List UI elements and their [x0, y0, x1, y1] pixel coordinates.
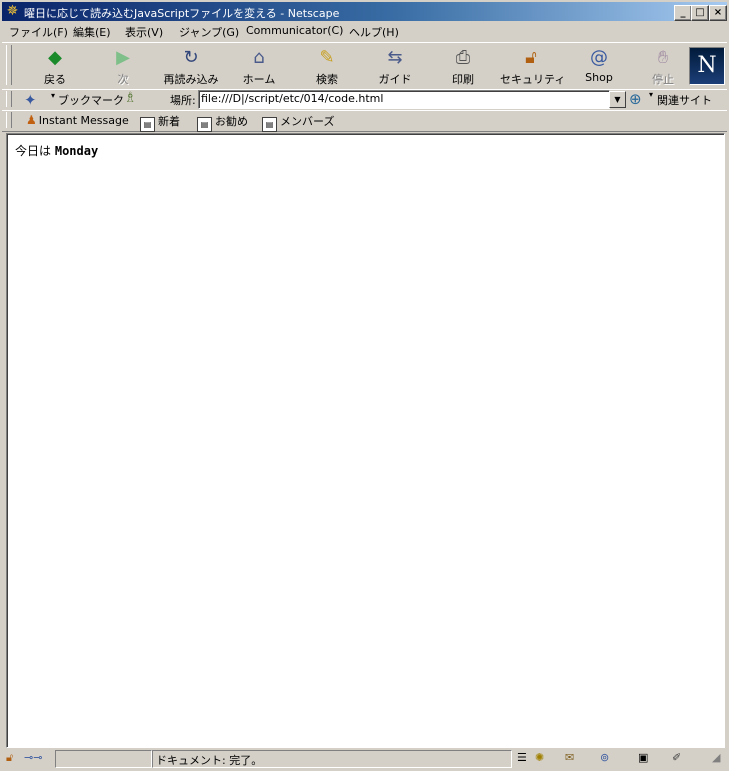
printer-icon: ⎙	[455, 47, 471, 68]
home-icon: ⌂	[253, 47, 265, 68]
new-link[interactable]: ▤ 新着	[140, 113, 180, 132]
progress-bar	[55, 750, 152, 768]
composer-icon[interactable]: ✐	[672, 751, 681, 765]
chevron-down-icon: ▾	[51, 91, 56, 100]
bookmark-page-icon: ▤	[197, 117, 212, 132]
stop-label: 停止	[652, 73, 674, 86]
minimize-button[interactable]: _	[674, 5, 692, 21]
print-button[interactable]: ⎙ 印刷	[432, 45, 494, 87]
toolbar-grip[interactable]	[6, 91, 12, 107]
status-text: ドキュメント: 完了。	[156, 754, 263, 767]
search-button[interactable]: ✎ 検索	[296, 45, 358, 87]
search-icon: ✎	[319, 47, 335, 68]
netscape-logo[interactable]: N	[689, 47, 725, 85]
globe-icon[interactable]: ⊕	[629, 90, 642, 108]
shop-label: Shop	[585, 71, 613, 84]
navigation-toolbar: ◆ 戻る ▶ 次 ↻ 再読み込み ⌂ ホーム ✎ 検索 ⇆ ガイド ⎙ 印刷 🔓…	[2, 42, 727, 90]
person-icon: ♟	[26, 113, 37, 127]
menu-file[interactable]: ファイル(F)	[9, 24, 68, 40]
members-link[interactable]: ▤ メンバーズ	[262, 113, 334, 132]
netscape-app-icon: ✵	[6, 3, 19, 19]
guide-icon: ⇆	[387, 47, 403, 68]
today-prefix: 今日は	[15, 144, 52, 158]
guide-button[interactable]: ⇆ ガイド	[364, 45, 426, 87]
instant-message-link[interactable]: ♟ Instant Message	[26, 113, 129, 127]
print-label: 印刷	[452, 73, 474, 86]
title-bar: ✵ 曜日に応じて読み込むJavaScriptファイルを変える - Netscap…	[2, 2, 727, 21]
resize-grip-icon[interactable]: ◢	[712, 751, 720, 765]
navigator-icon[interactable]: ✺	[535, 751, 544, 765]
maximize-button[interactable]: □	[691, 5, 709, 21]
shop-button[interactable]: @ Shop	[568, 45, 630, 87]
stop-button[interactable]: ✋︎ 停止	[636, 45, 690, 87]
url-input[interactable]	[199, 91, 601, 106]
chevron-down-icon: ▾	[649, 90, 654, 99]
status-bar: 🔓︎ ⊸⊸ ドキュメント: 完了。 ☰ ✺ ✉ ⊚ ▣ ✐ ◢	[2, 748, 727, 769]
window-title: 曜日に応じて読み込むJavaScriptファイルを変える - Netscape	[24, 7, 340, 20]
reload-icon: ↻	[183, 47, 199, 68]
address-book-icon[interactable]: ▣	[638, 751, 648, 765]
guide-label: ガイド	[378, 73, 412, 86]
page-proxy-icon[interactable]: ♗	[124, 90, 137, 106]
instant-message-label: Instant Message	[38, 114, 129, 127]
reload-label: 再読み込み	[163, 73, 219, 86]
location-label: 場所:	[170, 94, 196, 107]
back-arrow-icon: ◆	[48, 47, 62, 68]
mail-icon[interactable]: ✉	[565, 751, 574, 765]
status-text-box: ドキュメント: 完了。	[152, 750, 512, 768]
bookmark-page-icon: ▤	[262, 117, 277, 132]
menu-help[interactable]: ヘルプ(H)	[349, 24, 399, 40]
bookmarks-icon[interactable]: ✦	[24, 91, 37, 109]
discussion-icon[interactable]: ⊚	[600, 751, 609, 765]
connection-icon: ⊸⊸	[24, 751, 43, 764]
menu-edit[interactable]: 編集(E)	[73, 24, 111, 40]
list-icon[interactable]: ☰	[517, 751, 527, 765]
security-label: セキュリティ	[500, 73, 566, 86]
bookmarks-label[interactable]: ブックマーク	[58, 92, 124, 108]
security-button[interactable]: 🔓︎ セキュリティ	[500, 45, 566, 87]
reload-button[interactable]: ↻ 再読み込み	[160, 45, 222, 87]
new-label: 新着	[158, 115, 180, 128]
toolbar-grip[interactable]	[6, 45, 12, 85]
recommended-label: お勧め	[215, 115, 248, 128]
close-button[interactable]: ×	[709, 5, 727, 21]
home-button[interactable]: ⌂ ホーム	[228, 45, 290, 87]
shop-icon: @	[590, 47, 608, 68]
url-dropdown-button[interactable]: ▼	[609, 91, 626, 108]
menu-view[interactable]: 表示(V)	[125, 24, 163, 40]
related-links-label[interactable]: 関連サイト	[657, 92, 712, 108]
personal-toolbar: ♟ Instant Message ▤ 新着 ▤ お勧め ▤ メンバーズ	[2, 110, 727, 132]
forward-arrow-icon: ▶	[116, 47, 130, 68]
forward-label: 次	[117, 73, 129, 86]
search-label: 検索	[316, 73, 338, 86]
page-content[interactable]: 今日は Monday	[6, 133, 725, 748]
menu-bar: ファイル(F) 編集(E) 表示(V) ジャンプ(G) Communicator…	[2, 22, 727, 40]
forward-button[interactable]: ▶ 次	[92, 45, 154, 87]
bookmark-page-icon: ▤	[140, 117, 155, 132]
back-button[interactable]: ◆ 戻る	[24, 45, 86, 87]
members-label: メンバーズ	[280, 115, 335, 128]
home-label: ホーム	[242, 73, 276, 86]
lock-icon: 🔓︎	[525, 47, 537, 68]
menu-go[interactable]: ジャンプ(G)	[179, 24, 239, 40]
menu-communicator[interactable]: Communicator(C)	[246, 24, 343, 37]
stop-icon: ✋︎	[657, 47, 669, 68]
recommended-link[interactable]: ▤ お勧め	[197, 113, 248, 132]
location-toolbar: ✦ ▾ ブックマーク ♗ 場所: ▼ ⊕ ▾ 関連サイト	[2, 89, 727, 111]
page-text: 今日は Monday	[15, 142, 98, 159]
day-of-week: Monday	[54, 144, 99, 158]
toolbar-grip[interactable]	[6, 112, 12, 128]
url-field[interactable]	[198, 90, 610, 109]
back-label: 戻る	[44, 73, 66, 86]
security-lock-icon[interactable]: 🔓︎	[6, 751, 13, 765]
